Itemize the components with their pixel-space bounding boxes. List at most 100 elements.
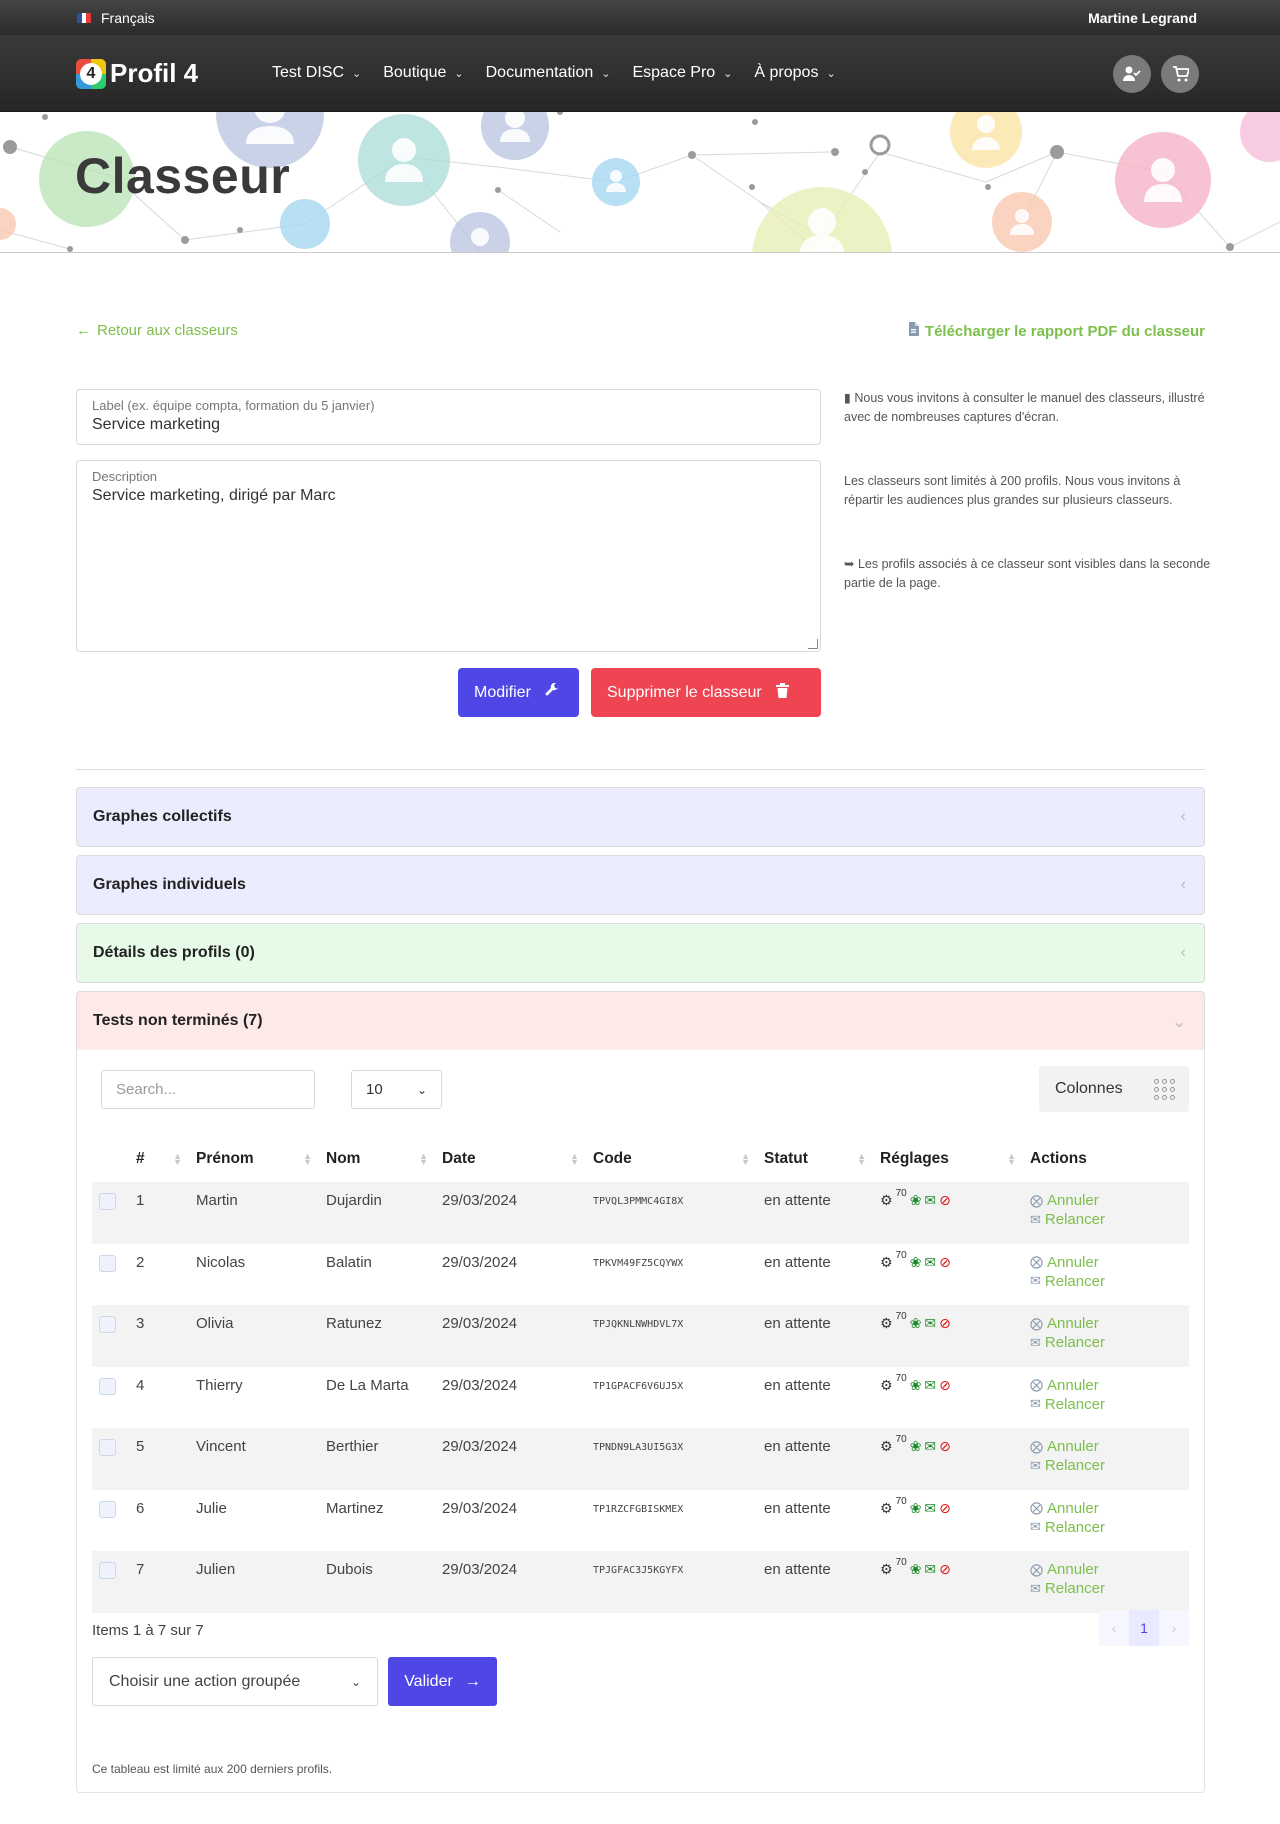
eye-slash-icon[interactable]: ⊘ <box>939 1500 951 1517</box>
sprout-icon[interactable]: ❀ <box>910 1315 922 1332</box>
cancel-action[interactable]: ⨂ Annuler <box>1030 1254 1189 1271</box>
description-field[interactable]: Description Service marketing, dirigé pa… <box>76 460 821 652</box>
gear-icon[interactable]: ⚙ <box>880 1561 893 1578</box>
remind-action[interactable]: ✉ Relancer <box>1030 1211 1189 1228</box>
chevron-down-icon: ⌄ <box>723 67 733 80</box>
accordion-collective-graphs[interactable]: Graphes collectifs ‹ <box>76 787 1205 847</box>
envelope-icon[interactable]: ✉ <box>924 1315 936 1332</box>
column-header-code[interactable]: Code ▲ ▼ <box>593 1136 764 1182</box>
language-switcher[interactable]: Français <box>77 10 155 26</box>
menu-test-disc[interactable]: Test DISC ⌄ <box>272 64 361 82</box>
sprout-icon[interactable]: ❀ <box>910 1561 922 1578</box>
cell-status: en attente <box>764 1253 831 1271</box>
label-field-value[interactable]: Service marketing <box>92 416 805 434</box>
column-header-last-name[interactable]: Nom ▲ ▼ <box>326 1136 442 1182</box>
cancel-action[interactable]: ⨂ Annuler <box>1030 1561 1189 1578</box>
column-header-first-name[interactable]: Prénom ▲ ▼ <box>196 1136 326 1182</box>
menu-espace-pro[interactable]: Espace Pro ⌄ <box>632 64 732 82</box>
eye-slash-icon[interactable]: ⊘ <box>939 1315 951 1332</box>
user-name[interactable]: Martine Legrand <box>1088 10 1197 26</box>
menu-a-propos[interactable]: À propos ⌄ <box>754 64 835 82</box>
pagination-prev-button[interactable]: ‹ <box>1099 1610 1129 1646</box>
main-menu: Test DISC ⌄ Boutique ⌄ Documentation ⌄ Espa… <box>272 64 836 82</box>
resize-handle-icon[interactable] <box>808 639 818 649</box>
delete-classeur-button[interactable]: Supprimer le classeur <box>591 668 821 717</box>
label-field[interactable]: Label (ex. équipe compta, formation du 5… <box>76 389 821 445</box>
accordion-unfinished-tests[interactable]: Tests non terminés (7) ⌄ <box>76 991 1205 1051</box>
cancel-action[interactable]: ⨂ Annuler <box>1030 1192 1189 1209</box>
cart-icon[interactable] <box>1161 55 1199 93</box>
eye-slash-icon[interactable]: ⊘ <box>939 1192 951 1209</box>
row-checkbox[interactable] <box>99 1439 116 1456</box>
remind-action[interactable]: ✉ Relancer <box>1030 1273 1189 1290</box>
gear-icon[interactable]: ⚙ <box>880 1192 893 1209</box>
gear-icon[interactable]: ⚙ <box>880 1254 893 1271</box>
cancel-action[interactable]: ⨂ Annuler <box>1030 1377 1189 1394</box>
columns-button[interactable]: Colonnes <box>1039 1066 1189 1112</box>
download-pdf-link[interactable]: Télécharger le rapport PDF du classeur <box>908 322 1205 340</box>
cancel-action[interactable]: ⨂ Annuler <box>1030 1315 1189 1332</box>
pagination-page-1[interactable]: 1 <box>1129 1610 1159 1646</box>
column-header-settings[interactable]: Réglages ▲ ▼ <box>880 1136 1030 1182</box>
settings-value: 70 <box>895 1311 907 1322</box>
description-field-value[interactable]: Service marketing, dirigé par Marc <box>92 487 805 505</box>
remind-action[interactable]: ✉ Relancer <box>1030 1396 1189 1413</box>
eye-slash-icon[interactable]: ⊘ <box>939 1438 951 1455</box>
eye-slash-icon[interactable]: ⊘ <box>939 1561 951 1578</box>
menu-boutique[interactable]: Boutique ⌄ <box>383 64 463 82</box>
cell-number: 6 <box>136 1499 145 1517</box>
gear-icon[interactable]: ⚙ <box>880 1377 893 1394</box>
remind-action[interactable]: ✉ Relancer <box>1030 1334 1189 1351</box>
row-checkbox[interactable] <box>99 1193 116 1210</box>
cell-code: TP1GPACF6V6UJ5X <box>593 1380 684 1392</box>
site-logo[interactable]: 4 Profil 4 <box>76 58 198 89</box>
pagination-next-button[interactable]: › <box>1159 1610 1189 1646</box>
column-header-number[interactable]: # ▲ ▼ <box>136 1136 196 1182</box>
cell-date: 29/03/2024 <box>442 1376 518 1394</box>
sprout-icon[interactable]: ❀ <box>910 1438 922 1455</box>
sprout-icon[interactable]: ❀ <box>910 1500 922 1517</box>
gear-icon[interactable]: ⚙ <box>880 1438 893 1455</box>
chevron-down-icon: ⌄ <box>826 67 836 80</box>
user-check-icon[interactable] <box>1113 55 1151 93</box>
row-checkbox[interactable] <box>99 1500 116 1518</box>
column-header-status[interactable]: Statut ▲ ▼ <box>764 1136 880 1182</box>
cell-actions: ⨂ Annuler ✉ Relancer <box>1030 1244 1189 1306</box>
cell-number: 3 <box>136 1315 145 1332</box>
file-pdf-icon <box>908 322 919 340</box>
row-checkbox[interactable] <box>99 1254 116 1272</box>
remind-action[interactable]: ✉ Relancer <box>1030 1580 1189 1597</box>
cancel-action[interactable]: ⨂ Annuler <box>1030 1438 1189 1455</box>
menu-documentation[interactable]: Documentation ⌄ <box>486 64 611 82</box>
gear-icon[interactable]: ⚙ <box>880 1315 893 1332</box>
sprout-icon[interactable]: ❀ <box>910 1192 922 1209</box>
table-search-input[interactable]: Search... <box>101 1070 315 1109</box>
row-checkbox[interactable] <box>99 1562 116 1579</box>
accordion-individual-graphs[interactable]: Graphes individuels ‹ <box>76 855 1205 915</box>
row-checkbox[interactable] <box>99 1316 116 1333</box>
envelope-icon[interactable]: ✉ <box>924 1192 936 1209</box>
settings-value: 70 <box>895 1372 907 1384</box>
row-checkbox[interactable] <box>99 1377 116 1395</box>
bulk-action-select[interactable]: Choisir une action groupée ⌄ <box>92 1657 378 1706</box>
gear-icon[interactable]: ⚙ <box>880 1500 893 1517</box>
cancel-action[interactable]: ⨂ Annuler <box>1030 1500 1189 1517</box>
column-header-date[interactable]: Date ▲ ▼ <box>442 1136 593 1182</box>
back-to-classeurs-link[interactable]: ← Retour aux classeurs <box>76 322 238 339</box>
sprout-icon[interactable]: ❀ <box>910 1254 922 1271</box>
envelope-icon[interactable]: ✉ <box>924 1377 936 1394</box>
envelope-icon[interactable]: ✉ <box>924 1438 936 1455</box>
envelope-icon[interactable]: ✉ <box>924 1254 936 1271</box>
validate-button[interactable]: Valider → <box>388 1657 497 1706</box>
eye-slash-icon[interactable]: ⊘ <box>939 1254 951 1271</box>
accordion-profile-details[interactable]: Détails des profils (0) ‹ <box>76 923 1205 983</box>
sprout-icon[interactable]: ❀ <box>910 1377 922 1394</box>
envelope-icon[interactable]: ✉ <box>924 1500 936 1517</box>
remind-action[interactable]: ✉ Relancer <box>1030 1457 1189 1474</box>
modify-button[interactable]: Modifier <box>458 668 579 717</box>
page-size-select[interactable]: 10 ⌄ <box>351 1070 442 1109</box>
cell-last-name: Dubois <box>326 1561 373 1578</box>
eye-slash-icon[interactable]: ⊘ <box>939 1377 951 1394</box>
envelope-icon[interactable]: ✉ <box>924 1561 936 1578</box>
remind-action[interactable]: ✉ Relancer <box>1030 1519 1189 1536</box>
